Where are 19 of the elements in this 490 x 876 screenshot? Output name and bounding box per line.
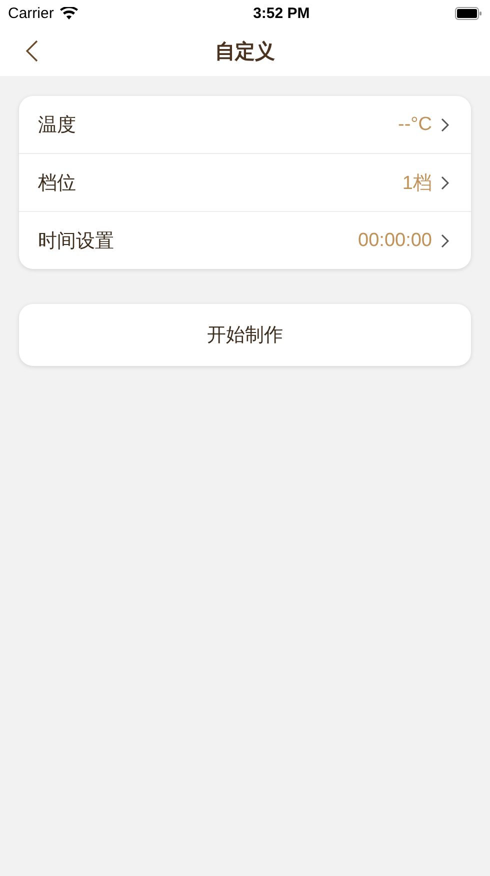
page-title: 自定义 (215, 40, 275, 64)
start-button[interactable]: 开始制作 (19, 304, 471, 366)
status-time: 3:52 PM (253, 4, 310, 22)
chevron-icon (441, 176, 449, 190)
row-label: 温度 (38, 114, 76, 138)
chevron-icon (441, 118, 449, 132)
chevron-icon (441, 234, 449, 248)
carrier-name: Carrier (8, 4, 54, 22)
back-button[interactable] (26, 40, 38, 62)
row-value: --°C (398, 114, 432, 136)
row-value: 00:00:00 (358, 230, 432, 252)
settings-row[interactable]: 温度 --°C (19, 96, 471, 154)
settings-row[interactable]: 时间设置 00:00:00 (19, 212, 471, 269)
settings-row[interactable]: 档位 1档 (19, 154, 471, 212)
battery-icon (454, 6, 482, 20)
row-label: 档位 (38, 172, 76, 196)
row-value: 1档 (402, 172, 432, 196)
row-label: 时间设置 (38, 230, 114, 254)
wifi-icon (60, 6, 78, 20)
